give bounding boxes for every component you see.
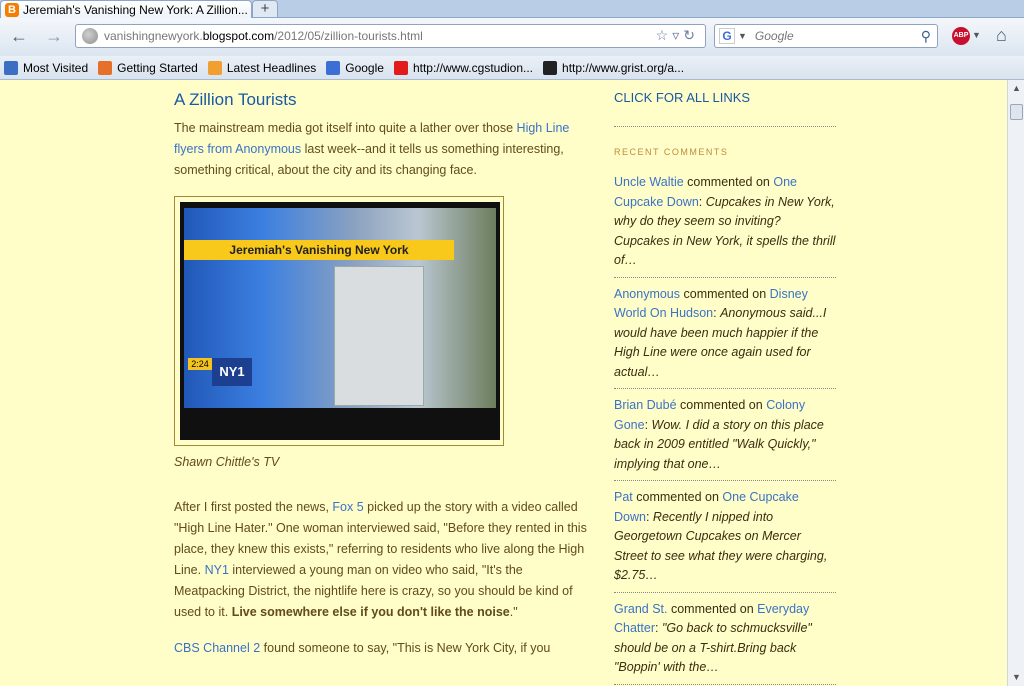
search-engine-dropdown-icon[interactable]: ▼ (738, 31, 747, 41)
url-text[interactable]: vanishingnewyork.blogspot.com/2012/05/zi… (104, 29, 423, 43)
post-paragraph-2: After I first posted the news, Fox 5 pic… (174, 500, 587, 619)
bookmark-star-icon[interactable]: ☆ (656, 27, 673, 43)
comment-item: Anonymous commented on Disney World On H… (614, 285, 836, 389)
bookmarks-toolbar: Most Visited Getting Started Latest Headli… (0, 56, 1024, 80)
blog-post: A Zillion Tourists The mainstream media … (174, 90, 589, 674)
commented-on-text: commented on (676, 398, 767, 412)
url-bar[interactable]: vanishingnewyork.blogspot.com/2012/05/zi… (75, 24, 706, 48)
post-title[interactable]: A Zillion Tourists (174, 90, 589, 110)
comment-item: Pat commented on One Cupcake Down: Recen… (614, 488, 836, 593)
commented-on-text: commented on (667, 601, 758, 616)
recent-comments-list: Uncle Waltie commented on One Cupcake Do… (614, 173, 836, 685)
bold-quote: Live somewhere else if you don't like th… (231, 605, 510, 619)
flyer-image (334, 266, 424, 406)
search-bar[interactable]: G ▼ Google ⚲ (714, 24, 938, 48)
bookmark-label: Google (345, 60, 384, 75)
comment-author-link[interactable]: Anonymous (614, 287, 680, 301)
ny1-link[interactable]: NY1 (205, 563, 229, 577)
reload-icon[interactable]: ↻ (683, 27, 699, 43)
comment-item: Grand St. commented on Everyday Chatter:… (614, 600, 836, 685)
comment-separator: : (644, 417, 652, 432)
post-paragraph-1: The mainstream media got itself into qui… (174, 121, 570, 177)
tv-time: 2:24 (188, 358, 212, 370)
commented-on-text: commented on (680, 286, 770, 301)
tv-photo: Jeremiah's Vanishing New York 2:24 NY1 (180, 202, 500, 440)
adblock-plus-icon[interactable]: ABP (952, 27, 970, 45)
bookmark-label: Latest Headlines (226, 60, 317, 75)
web-page: A Zillion Tourists The mainstream media … (0, 80, 1007, 686)
new-tab-button[interactable]: + (252, 0, 278, 18)
red-square-icon (393, 60, 408, 75)
comment-separator: : (645, 509, 653, 524)
url-bar-icons: ☆▿↻ (656, 27, 699, 44)
bookmark-item[interactable]: Latest Headlines (207, 60, 317, 75)
globe-icon (82, 28, 98, 44)
recent-comments-heading: RECENT COMMENTS (614, 147, 729, 157)
home-icon[interactable]: ⌂ (996, 25, 1007, 46)
bookmark-label: http://www.cgstudion... (412, 60, 534, 75)
fox5-link[interactable]: Fox 5 (332, 500, 363, 514)
browser-tab[interactable]: B Jeremiah's Vanishing New York: A Zilli… (0, 0, 252, 18)
bookmark-label: http://www.grist.org/a... (562, 60, 685, 75)
google-icon (326, 60, 341, 75)
comment-item: Brian Dubé commented on Colony Gone: Wow… (614, 396, 836, 481)
vertical-scrollbar[interactable]: ▲ ▼ (1007, 80, 1024, 686)
bookmark-label: Most Visited (23, 60, 89, 75)
all-links-link[interactable]: CLICK FOR ALL LINKS (614, 90, 836, 105)
comment-item: Uncle Waltie commented on One Cupcake Do… (614, 173, 836, 278)
commented-on-text: commented on (632, 490, 723, 504)
blogger-icon: B (5, 2, 19, 17)
bookmark-item[interactable]: http://www.cgstudion... (393, 60, 534, 75)
rss-icon (207, 60, 222, 75)
ny1-logo: NY1 (212, 358, 252, 386)
comment-separator: : (655, 621, 662, 635)
post-paragraph-3: CBS Channel 2 found someone to say, "Thi… (174, 641, 551, 655)
scroll-up-arrow-icon[interactable]: ▲ (1008, 80, 1024, 97)
scroll-down-arrow-icon[interactable]: ▼ (1008, 669, 1024, 686)
forward-arrow-icon[interactable]: → (45, 26, 63, 47)
comment-separator: : (698, 194, 706, 209)
google-search-engine-icon[interactable]: G (719, 28, 735, 44)
photo-caption: Shawn Chittle's TV (174, 455, 280, 469)
magnifier-icon[interactable]: ⚲ (921, 28, 931, 45)
comment-author-link[interactable]: Brian Dubé (614, 398, 677, 412)
bookmark-item[interactable]: Google (326, 60, 384, 75)
navigation-toolbar: ← → vanishingnewyork.blogspot.com/2012/0… (0, 18, 1024, 56)
comment-author-link[interactable]: Grand St. (614, 602, 668, 616)
tv-screen-image: Jeremiah's Vanishing New York 2:24 NY1 (184, 208, 496, 408)
bookmark-label: Getting Started (117, 60, 198, 75)
back-arrow-icon[interactable]: ← (10, 26, 28, 47)
sidebar-divider (614, 126, 836, 127)
comment-author-link[interactable]: Uncle Waltie (614, 175, 684, 189)
bookmark-item[interactable]: Most Visited (4, 60, 89, 75)
sidebar: CLICK FOR ALL LINKS RECENT COMMENTS Uncl… (614, 90, 836, 686)
bookmark-item[interactable]: Getting Started (98, 60, 198, 75)
cbs-link[interactable]: CBS Channel 2 (174, 641, 260, 655)
tv-banner: Jeremiah's Vanishing New York (184, 240, 454, 260)
bookmark-item[interactable]: http://www.grist.org/a... (543, 60, 685, 75)
comment-author-link[interactable]: Pat (614, 490, 633, 504)
firefox-icon (98, 60, 113, 75)
tab-title: Jeremiah's Vanishing New York: A Zillion… (23, 2, 248, 17)
tab-bar: B Jeremiah's Vanishing New York: A Zilli… (0, 0, 1024, 18)
scroll-thumb[interactable] (1010, 104, 1023, 120)
most-visited-icon (4, 60, 18, 75)
grist-icon (543, 60, 558, 75)
adblock-dropdown-icon[interactable]: ▼ (972, 30, 981, 40)
search-input[interactable]: Google (755, 29, 794, 43)
post-photo-frame: Jeremiah's Vanishing New York 2:24 NY1 (174, 196, 504, 446)
history-dropdown-icon[interactable]: ▿ (672, 27, 683, 43)
commented-on-text: commented on (683, 175, 774, 189)
